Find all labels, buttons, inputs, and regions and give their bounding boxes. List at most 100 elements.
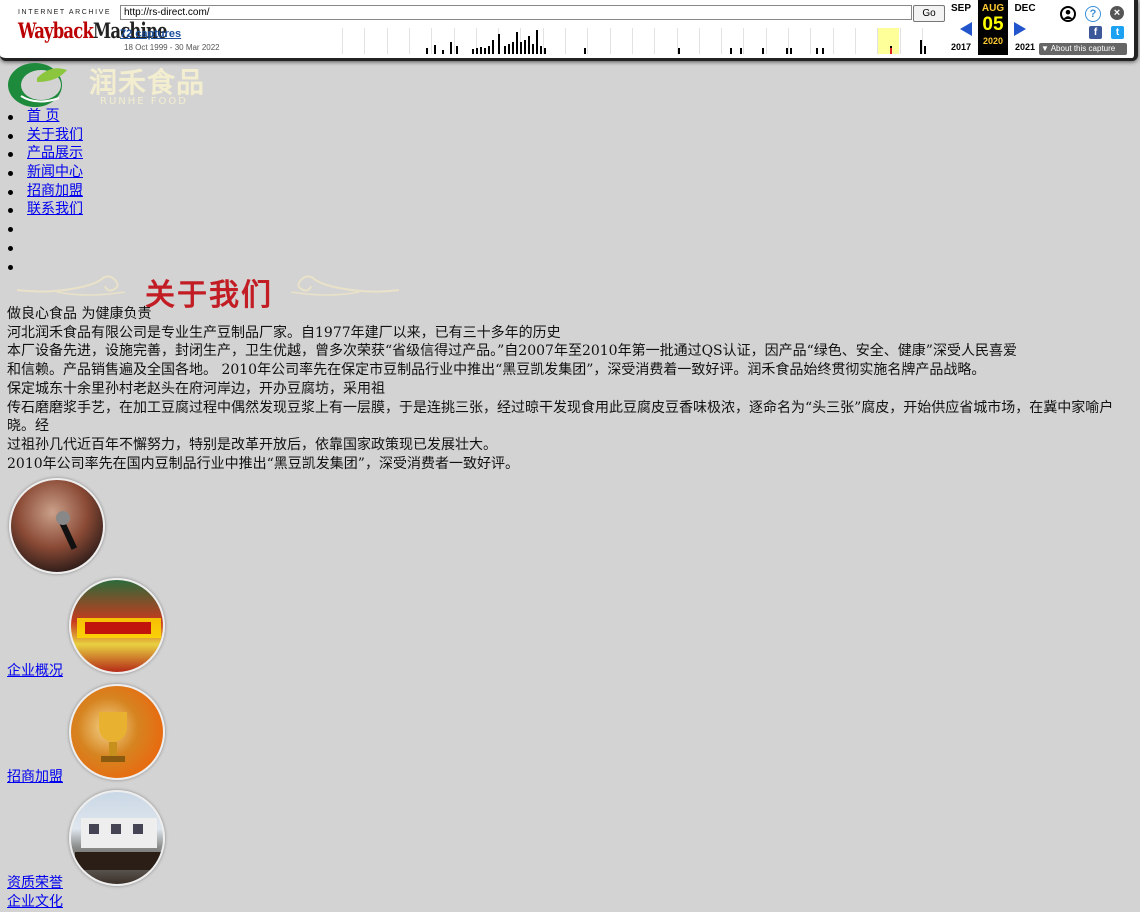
brand-name: 润禾食品 [89,66,206,99]
photo-trophy [69,684,165,780]
user-icon[interactable] [1060,6,1076,22]
prev-month[interactable]: SEP [946,3,976,14]
next-capture-arrow-icon[interactable] [1014,22,1026,36]
sparkline-bar [786,48,788,54]
sparkline-gridline [431,28,433,54]
brand-name-en: RUNHE FOOD [100,96,188,107]
current-year-highlight [877,28,899,54]
sparkline-bar [476,48,478,54]
sparkline-bar [508,44,510,54]
about-line: 和信赖。产品销售遍及全国各地。 2010年公司率先在保定市豆制品行业中推出“黑豆… [7,362,986,379]
sparkline-bar [498,34,500,54]
sparkline-bar [762,48,764,54]
nav-item: 招商加盟 [8,182,83,201]
sparkline-gridline [453,28,455,54]
sparkline-bar [520,42,522,54]
sparkline-gridline [810,28,812,54]
about-line: 传石磨磨浆手艺，在加工豆腐过程中偶然发现豆浆上有一层膜，于是连挑三张，经过晾干发… [7,399,1114,435]
sparkline-gridline [698,28,700,54]
nav-link-contact[interactable]: 联系我们 [27,201,83,217]
nav-link-news[interactable]: 新闻中心 [27,164,83,180]
sparkline-bar [426,48,428,54]
nav-item: 首 页 [8,107,83,126]
sparkline-bar [512,42,514,54]
main-nav: 首 页 关于我们 产品展示 新闻中心 招商加盟 联系我们 [7,107,83,275]
link-franchise[interactable]: 招商加盟 [7,768,63,786]
facebook-icon[interactable]: f [1089,26,1102,39]
nav-link-products[interactable]: 产品展示 [27,145,83,161]
sparkline-gridline [721,28,723,54]
sparkline-gridline [877,28,879,54]
sparkline-bar [584,48,586,54]
sparkline-gridline [854,28,856,54]
about-line: 河北润禾食品有限公司是专业生产豆制品厂家。自1977年建厂以来，已有三十多年的历… [7,324,561,341]
link-corporate-culture[interactable]: 企业文化 [7,893,63,911]
nav-item: 产品展示 [8,144,83,163]
date-range: 18 Oct 1999 - 30 Mar 2022 [124,43,220,52]
nav-link-franchise[interactable]: 招商加盟 [27,183,83,199]
sparkline-bar [472,49,474,54]
close-icon[interactable]: × [1110,6,1124,20]
nav-link-home[interactable]: 首 页 [27,108,59,124]
sparkline-bar [528,36,530,54]
go-button[interactable]: Go [913,5,945,22]
sparkline-bar [816,48,818,54]
about-line: 2010年公司率先在国内豆制品行业中推出“黑豆凯发集团”，深受消费者一致好评。 [7,455,519,472]
next-year[interactable]: 2021 [1010,42,1040,52]
logo-mark-icon [8,63,67,107]
nav-item: 新闻中心 [8,163,83,182]
sparkline-gridline [631,28,633,54]
sparkline-gridline [342,28,343,54]
sparkline-bar [524,40,526,54]
sparkline-gridline [609,28,611,54]
link-company-profile[interactable]: 企业概况 [7,662,63,680]
sparkline-gridline [899,28,901,54]
current-capture: AUG 05 2020 [978,0,1008,55]
sparkline-gridline [832,28,834,54]
about-text: 做良心食品 为健康负责 河北润禾食品有限公司是专业生产豆制品厂家。自1977年建… [7,305,1135,473]
help-icon[interactable]: ? [1085,6,1101,22]
nav-item: 联系我们 [8,200,83,219]
nav-item-empty [8,219,83,238]
about-line: 本厂设备先进，设施完善，封闭生产，卫生优越，曾多次荣获“省级信得过产品。”自20… [7,343,1017,360]
sparkline-bar [450,42,452,54]
about-capture-button[interactable]: ▼ About this capture [1039,43,1127,55]
about-line: 过祖孙几代近百年不懈努力，特别是改革开放后，依靠国家政策现已发展壮大。 [7,436,497,453]
sparkline-bar [484,48,486,54]
photo-factory [69,790,165,886]
twitter-icon[interactable]: t [1111,26,1124,39]
nav-link-about[interactable]: 关于我们 [27,127,83,143]
sparkline-gridline [565,28,566,54]
sparkline-bar [920,40,922,54]
sparkline-bar [790,48,792,54]
next-month[interactable]: DEC [1010,3,1040,14]
sparkline-bar [740,48,742,54]
sparkline-gridline [364,28,366,54]
sparkline-gridline [386,28,388,54]
capture-sparkline[interactable] [342,28,944,54]
ia-label: INTERNET ARCHIVE [18,9,112,16]
sparkline-bar [504,46,506,54]
sparkline-bar [544,48,546,54]
sparkline-bar [516,32,518,54]
about-line: 保定城东十余里孙村老赵头在府河岸边，开办豆腐坊，采用祖 [7,380,385,397]
current-month: AUG [981,3,1005,14]
sparkline-gridline [765,28,767,54]
link-qualifications[interactable]: 资质荣誉 [7,874,63,892]
sparkline-bar [488,46,490,54]
captures-link[interactable]: 72 captures [120,28,181,40]
prev-capture-arrow-icon[interactable] [960,22,972,36]
sparkline-bar [456,46,458,54]
sparkline-gridline [743,28,745,54]
site-logo[interactable]: 润禾食品 RUNHE FOOD [7,60,207,110]
sparkline-gridline [587,28,589,54]
sparkline-gridline [654,28,656,54]
prev-year[interactable]: 2017 [946,42,976,52]
url-input[interactable]: http://rs-direct.com/ [120,5,912,20]
nav-item-empty [8,238,83,257]
photo-microphone [9,478,105,574]
sparkline-bar [434,45,436,54]
sparkline-bar [924,46,926,54]
sparkline-bar [480,47,482,54]
nav-item: 关于我们 [8,126,83,145]
